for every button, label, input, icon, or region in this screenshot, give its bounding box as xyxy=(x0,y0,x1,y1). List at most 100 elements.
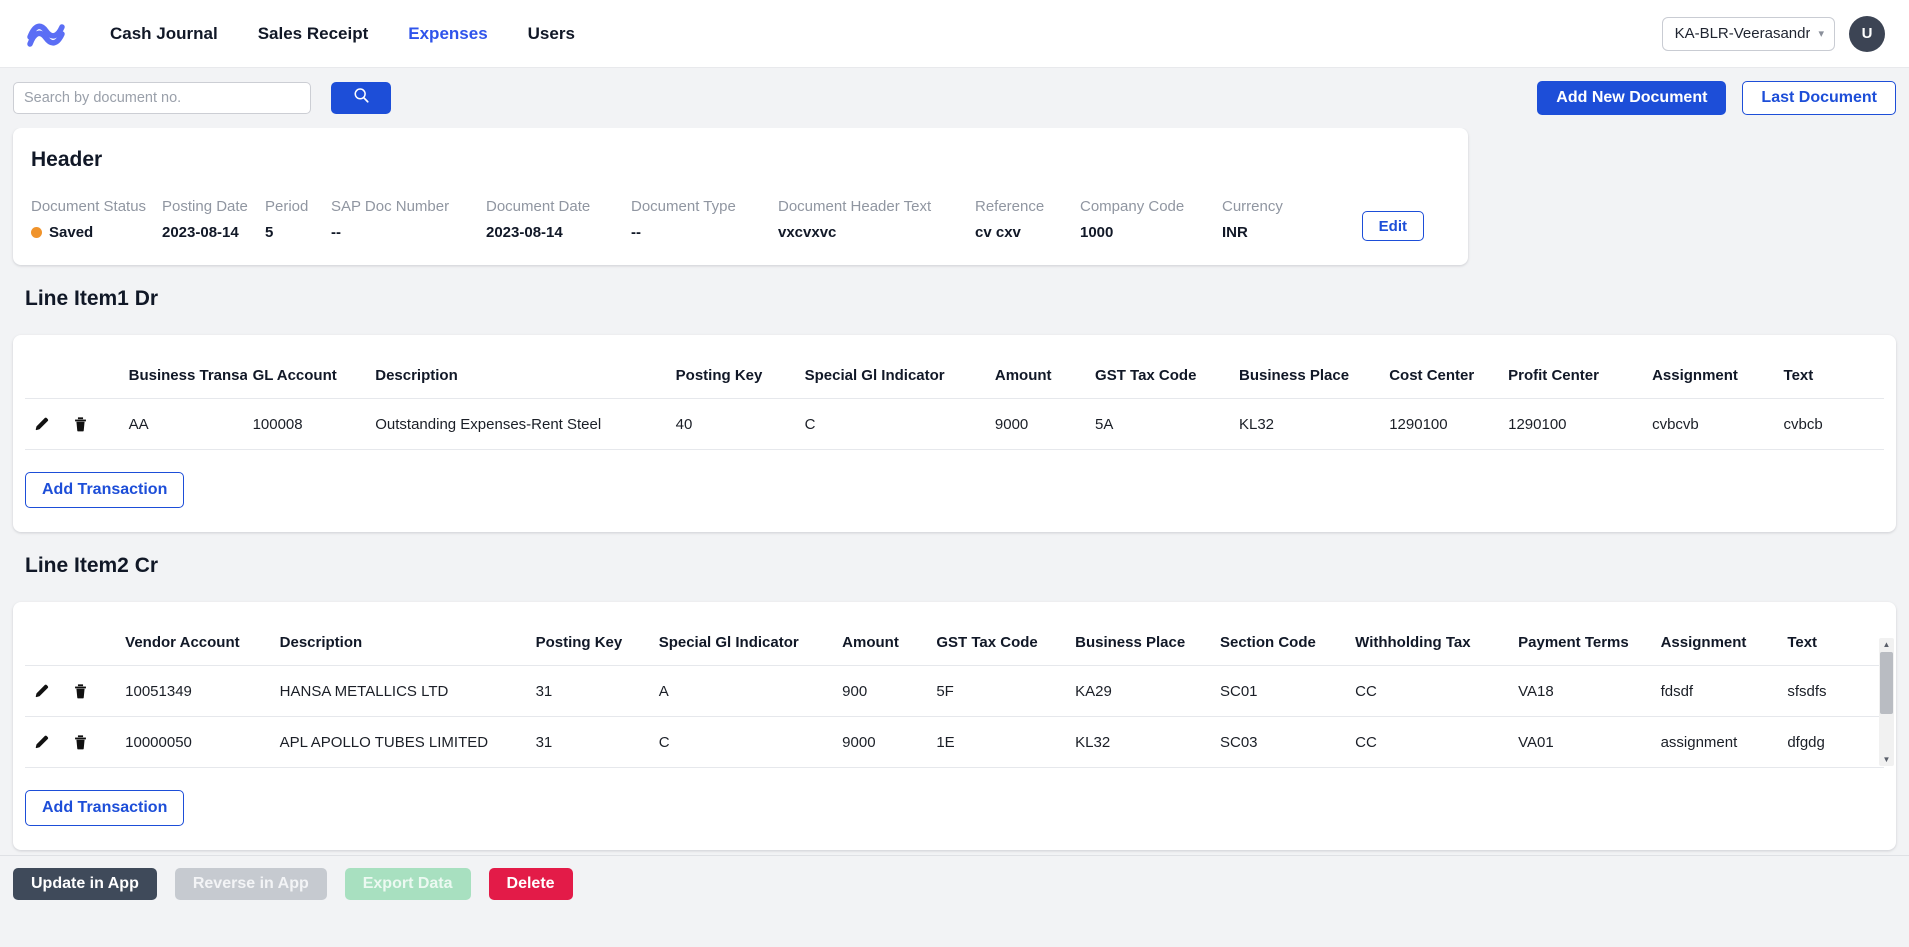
col-amount: Amount xyxy=(988,359,1090,399)
cell-amount: 9000 xyxy=(988,398,1090,450)
header-field-document-header-text: Document Header Text vxcvxvc xyxy=(778,198,975,241)
col-gst-tax-code: GST Tax Code xyxy=(1089,359,1233,399)
cell-payment-terms: VA01 xyxy=(1512,716,1655,768)
cell-description: HANSA METALLICS LTD xyxy=(273,665,530,717)
delete-button[interactable]: Delete xyxy=(488,868,573,900)
cell-assignment: fdsdf xyxy=(1654,665,1782,717)
table-header-row: Business Transaction GL Account Descript… xyxy=(25,359,1884,399)
row-actions xyxy=(25,716,120,768)
search-button[interactable] xyxy=(331,82,391,114)
col-posting-key: Posting Key xyxy=(669,359,799,399)
export-data-button[interactable]: Export Data xyxy=(344,868,471,900)
last-document-button[interactable]: Last Document xyxy=(1742,81,1896,115)
line-item-2-title: Line Item2 Cr xyxy=(25,554,159,577)
col-business-transaction: Business Transaction xyxy=(122,359,247,399)
pencil-icon[interactable] xyxy=(31,413,53,435)
field-label: Period xyxy=(265,198,309,215)
header-fields: Document Status Saved Posting Date 2023-… xyxy=(31,198,1444,241)
cell-posting-key: 40 xyxy=(669,398,799,450)
header-field-company-code: Company Code 1000 xyxy=(1080,198,1222,241)
col-vendor-account: Vendor Account xyxy=(119,626,274,666)
footer-actions: Update in App Reverse in App Export Data… xyxy=(0,855,1909,947)
field-value: vxcvxvc xyxy=(778,224,837,241)
line-item-2-scrollbar[interactable]: ▲ ▼ xyxy=(1879,638,1894,766)
col-amount: Amount xyxy=(836,626,931,666)
col-posting-key: Posting Key xyxy=(529,626,653,666)
toolbar-actions: Add New Document Last Document xyxy=(1537,81,1896,115)
col-actions xyxy=(25,626,120,666)
pencil-icon[interactable] xyxy=(31,680,53,702)
header-field-reference: Reference cv cxv xyxy=(975,198,1080,241)
header-field-document-type: Document Type -- xyxy=(631,198,778,241)
nav-link-expenses[interactable]: Expenses xyxy=(388,16,507,52)
cell-business-place: KA29 xyxy=(1069,665,1214,717)
top-navbar: Cash Journal Sales Receipt Expenses User… xyxy=(0,0,1909,68)
field-value: -- xyxy=(331,224,341,241)
col-section-code: Section Code xyxy=(1213,626,1350,666)
status-dot-icon xyxy=(31,227,42,238)
col-assignment: Assignment xyxy=(1646,359,1778,399)
wave-logo-icon[interactable] xyxy=(26,17,66,51)
triangle-down-icon[interactable]: ▼ xyxy=(1879,753,1894,766)
line-item-2-card: Vendor Account Description Posting Key S… xyxy=(13,602,1896,850)
nav-link-users[interactable]: Users xyxy=(508,16,595,52)
header-field-posting-date: Posting Date 2023-08-14 xyxy=(162,198,265,241)
line-item-2-table-wrap: Vendor Account Description Posting Key S… xyxy=(13,602,1896,768)
field-value: INR xyxy=(1222,224,1248,241)
nav-link-cash-journal[interactable]: Cash Journal xyxy=(90,16,238,52)
field-label: Posting Date xyxy=(162,198,248,215)
cell-section-code: SC03 xyxy=(1213,716,1350,768)
page-content: Header Document Status Saved Posting Dat… xyxy=(0,128,1909,855)
field-label: SAP Doc Number xyxy=(331,198,450,215)
cell-special-gl-indicator: C xyxy=(798,398,989,450)
trash-icon[interactable] xyxy=(69,680,91,702)
cell-section-code: SC01 xyxy=(1213,665,1350,717)
col-gst-tax-code: GST Tax Code xyxy=(930,626,1070,666)
col-text: Text xyxy=(1777,359,1884,399)
header-field-currency: Currency INR xyxy=(1222,198,1322,241)
cell-special-gl-indicator: A xyxy=(652,665,837,717)
add-transaction-button-1[interactable]: Add Transaction xyxy=(25,472,185,508)
add-new-document-button[interactable]: Add New Document xyxy=(1537,81,1727,115)
organization-select[interactable]: KA-BLR-Veerasandr ▾ xyxy=(1661,16,1835,51)
field-value: 5 xyxy=(265,224,274,241)
reverse-in-app-button[interactable]: Reverse in App xyxy=(174,868,327,900)
avatar[interactable]: U xyxy=(1849,15,1885,52)
line-item-2-table: Vendor Account Description Posting Key S… xyxy=(25,626,1884,768)
triangle-up-icon[interactable]: ▲ xyxy=(1879,638,1894,651)
cell-business-place: KL32 xyxy=(1232,398,1384,450)
cell-description: Outstanding Expenses-Rent Steel xyxy=(369,398,670,450)
col-special-gl-indicator: Special Gl Indicator xyxy=(652,626,837,666)
update-in-app-button[interactable]: Update in App xyxy=(13,868,157,900)
scrollbar-thumb[interactable] xyxy=(1880,652,1893,714)
col-business-place: Business Place xyxy=(1069,626,1214,666)
line-item-2-actions: Add Transaction xyxy=(13,768,1896,850)
cell-text: cvbcb xyxy=(1777,398,1884,450)
search-input[interactable] xyxy=(13,82,311,114)
field-label: Reference xyxy=(975,198,1045,215)
header-card: Header Document Status Saved Posting Dat… xyxy=(13,128,1468,265)
cell-withholding-tax: CC xyxy=(1349,665,1513,717)
cell-text: dfgdg xyxy=(1781,716,1884,768)
edit-header-button[interactable]: Edit xyxy=(1361,211,1424,241)
trash-icon[interactable] xyxy=(69,731,91,753)
trash-icon[interactable] xyxy=(69,413,91,435)
line-item-1-title: Line Item1 Dr xyxy=(25,287,159,310)
cell-assignment: cvbcvb xyxy=(1646,398,1778,450)
add-transaction-button-2[interactable]: Add Transaction xyxy=(25,790,185,826)
field-value: -- xyxy=(631,224,641,241)
cell-payment-terms: VA18 xyxy=(1512,665,1655,717)
line-item-1-table-wrap: Business Transaction GL Account Descript… xyxy=(13,335,1896,450)
cell-text: sfsdfs xyxy=(1781,665,1884,717)
field-label: Document Type xyxy=(631,198,736,215)
search-toolbar: Add New Document Last Document xyxy=(0,68,1909,128)
cell-vendor-account: 10000050 xyxy=(119,716,274,768)
cell-gst-tax-code: 5A xyxy=(1089,398,1233,450)
field-value: 2023-08-14 xyxy=(486,224,563,241)
cell-gl-account: 100008 xyxy=(246,398,370,450)
line-item-1-card: Business Transaction GL Account Descript… xyxy=(13,335,1896,532)
nav-link-sales-receipt[interactable]: Sales Receipt xyxy=(238,16,389,52)
col-payment-terms: Payment Terms xyxy=(1512,626,1655,666)
field-label: Document Header Text xyxy=(778,198,932,215)
pencil-icon[interactable] xyxy=(31,731,53,753)
